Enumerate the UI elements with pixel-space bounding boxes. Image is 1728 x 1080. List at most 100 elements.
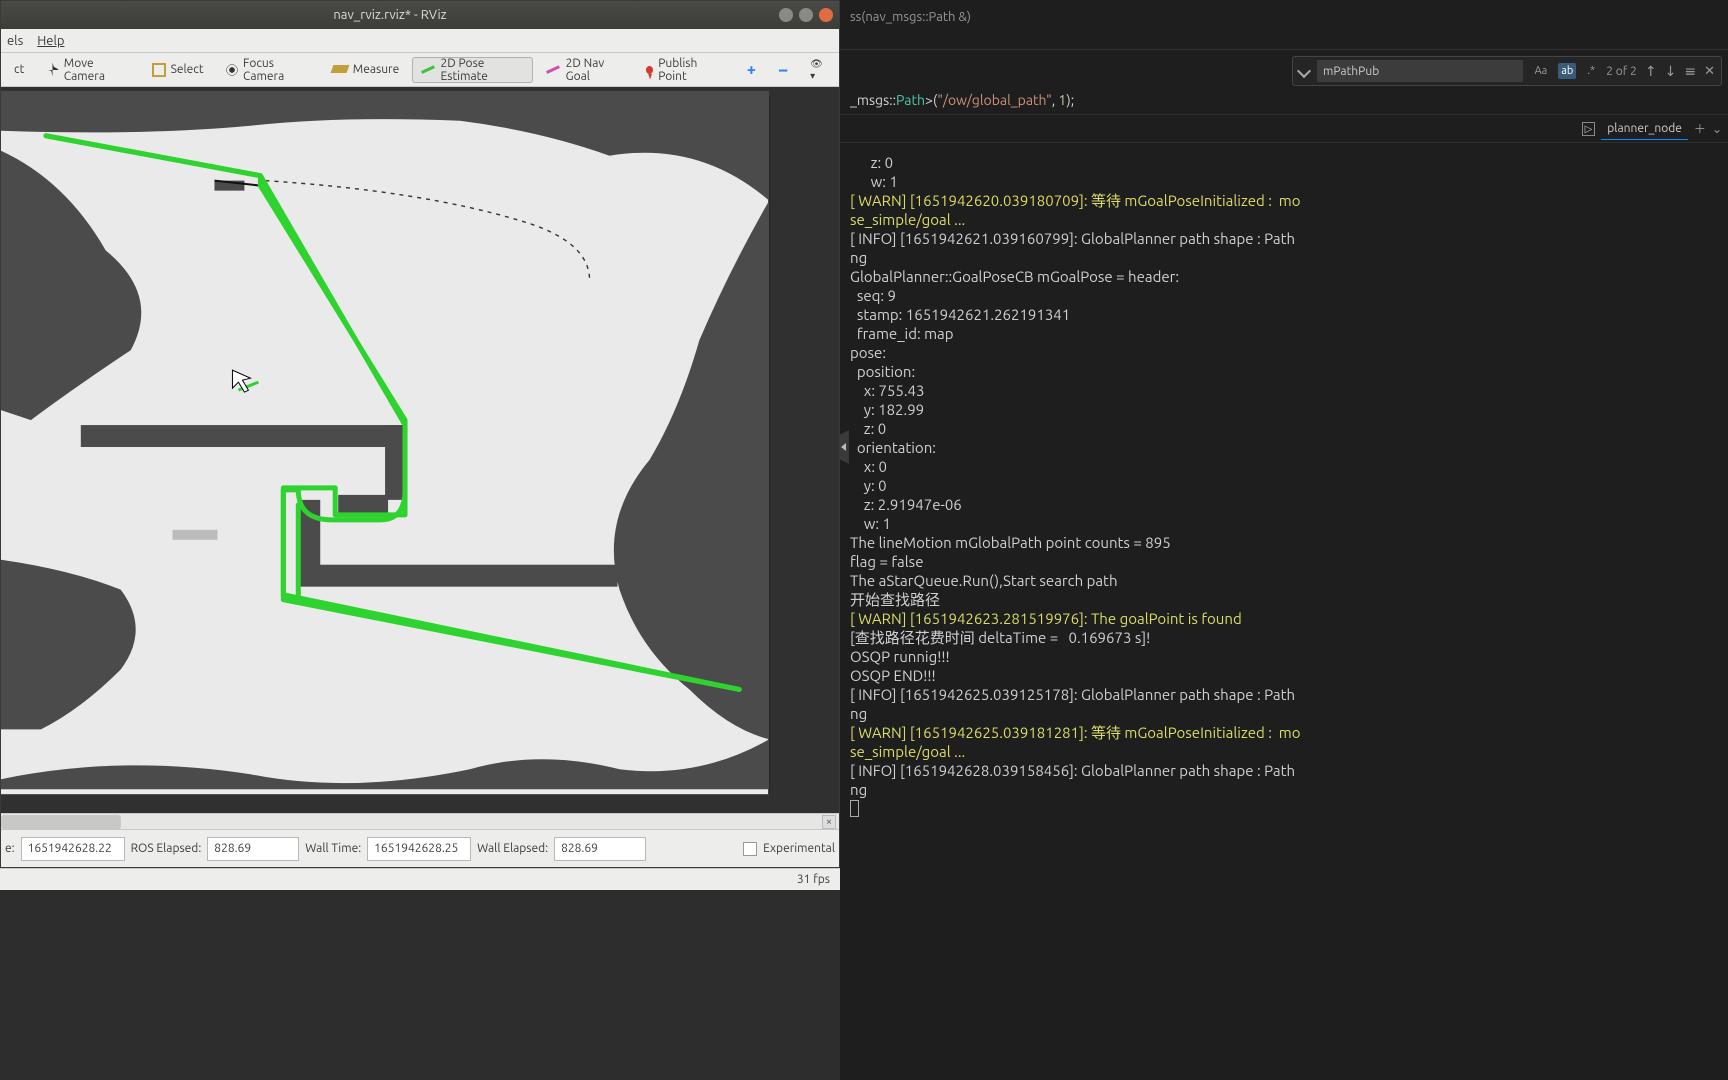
close-button[interactable] xyxy=(819,8,833,22)
log-line: [ WARN] [1651942620.039180709]: 等待 mGoal… xyxy=(850,191,1724,210)
find-prev-icon[interactable]: ↑ xyxy=(1645,63,1657,80)
tool-2d-pose-estimate[interactable]: 2D Pose Estimate xyxy=(412,57,533,83)
find-input[interactable] xyxy=(1317,60,1523,82)
horizontal-scrollbar[interactable]: × xyxy=(1,813,839,829)
log-line: [ WARN] [1651942625.039181281]: 等待 mGoal… xyxy=(850,723,1724,742)
desktop: nav_rviz.rviz* - RViz els Help ct Move C… xyxy=(0,0,1728,1080)
log-line: ng xyxy=(850,780,1724,799)
log-line: z: 0 xyxy=(850,153,1724,172)
map-viewport[interactable] xyxy=(1,87,839,813)
log-line: ng xyxy=(850,248,1724,267)
pose-estimate-icon xyxy=(421,65,435,74)
status-wall-elapsed-label: Wall Elapsed: xyxy=(477,842,548,855)
menu-els[interactable]: els xyxy=(7,34,23,48)
log-line: [ INFO] [1651942625.039125178]: GlobalPl… xyxy=(850,685,1724,704)
log-line: stamp: 1651942621.262191341 xyxy=(850,305,1724,324)
log-line: frame_id: map xyxy=(850,324,1724,343)
select-icon xyxy=(152,63,166,77)
editor-panel: ss(nav_msgs::Path &) Aa ab .* 2 of 2 ↑ ↓… xyxy=(840,0,1728,1080)
log-line: [ INFO] [1651942628.039158456]: GlobalPl… xyxy=(850,761,1724,780)
log-line: ng xyxy=(850,704,1724,723)
status-bar: e: ROS Elapsed: Wall Time: Wall Elapsed:… xyxy=(1,829,839,867)
menu-bar: els Help xyxy=(1,29,839,53)
panel-close-icon[interactable]: × xyxy=(822,815,836,829)
find-close-icon[interactable]: ✕ xyxy=(1704,64,1715,79)
find-match-case[interactable]: Aa xyxy=(1531,63,1550,79)
terminal-dropdown-icon[interactable]: ⌄ xyxy=(1712,122,1722,136)
tool-measure[interactable]: Measure xyxy=(323,57,408,83)
nav-goal-icon xyxy=(546,65,560,74)
tool-publish-point[interactable]: Publish Point xyxy=(637,57,730,83)
log-line: se_simple/goal ... xyxy=(850,742,1724,761)
log-line: The aStarQueue.Run(),Start search path xyxy=(850,571,1724,590)
eye-icon: 👁▾ xyxy=(810,58,826,82)
terminal-tab[interactable]: planner_node xyxy=(1601,118,1688,140)
tool-2d-nav-goal[interactable]: 2D Nav Goal xyxy=(537,57,633,83)
status-wall-elapsed-value[interactable] xyxy=(554,837,646,861)
window-title: nav_rviz.rviz* - RViz xyxy=(7,8,773,22)
tool-views[interactable]: 👁▾ xyxy=(801,57,835,83)
log-line: [ INFO] [1651942621.039160799]: GlobalPl… xyxy=(850,229,1724,248)
code-snippet[interactable]: _msgs::Path>("/ow/global_path", 1); xyxy=(840,86,1728,115)
status-e-value[interactable] xyxy=(21,837,125,861)
log-line: [查找路径花费时间 deltaTime = 0.169673 s]! xyxy=(850,628,1724,647)
log-line: se_simple/goal ... xyxy=(850,210,1724,229)
find-count: 2 of 2 xyxy=(1606,65,1637,78)
find-bar: Aa ab .* 2 of 2 ↑ ↓ ≡ ✕ xyxy=(1292,56,1722,86)
move-camera-icon xyxy=(46,63,58,77)
status-ros-elapsed-label: ROS Elapsed: xyxy=(131,842,202,855)
log-line: OSQP END!!! xyxy=(850,666,1724,685)
find-expand-icon[interactable] xyxy=(1297,64,1311,78)
terminal-run-icon[interactable]: ▷ xyxy=(1582,122,1596,136)
find-selection-icon[interactable]: ≡ xyxy=(1684,63,1696,80)
tool-ct[interactable]: ct xyxy=(5,57,33,83)
menu-help[interactable]: Help xyxy=(37,34,78,48)
terminal-output[interactable]: z: 0 w: 1[ WARN] [1651942620.039180709]:… xyxy=(840,143,1728,1080)
log-line: w: 1 xyxy=(850,172,1724,191)
log-line: OSQP runnig!!! xyxy=(850,647,1724,666)
experimental-label: Experimental xyxy=(763,842,835,855)
status-ros-elapsed-value[interactable] xyxy=(207,837,299,861)
terminal-add-icon[interactable]: ＋ xyxy=(1694,120,1706,137)
maximize-button[interactable] xyxy=(799,8,813,22)
terminal-cursor xyxy=(850,800,859,817)
status-wall-time-label: Wall Time: xyxy=(305,842,361,855)
tool-move-camera[interactable]: Move Camera xyxy=(37,57,138,83)
fps-value: 31 fps xyxy=(797,873,830,886)
minimize-button[interactable] xyxy=(779,8,793,22)
rviz-window: nav_rviz.rviz* - RViz els Help ct Move C… xyxy=(0,0,840,868)
tool-add[interactable]: + xyxy=(738,57,765,83)
editor-header: ss(nav_msgs::Path &) xyxy=(840,0,1728,50)
log-line: y: 0 xyxy=(850,476,1724,495)
log-line: z: 0 xyxy=(850,419,1724,438)
minus-icon: − xyxy=(778,66,788,74)
log-line: position: xyxy=(850,362,1724,381)
find-regex[interactable]: .* xyxy=(1584,63,1598,79)
tool-select[interactable]: Select xyxy=(143,57,213,83)
tool-remove[interactable]: − xyxy=(769,57,797,83)
scrollbar-thumb[interactable] xyxy=(1,815,121,829)
find-whole-word[interactable]: ab xyxy=(1558,63,1576,79)
log-line: seq: 9 xyxy=(850,286,1724,305)
status-e-label: e: xyxy=(5,842,15,855)
panel-collapse-toggle[interactable] xyxy=(839,430,849,464)
publish-point-icon xyxy=(646,66,653,74)
experimental-checkbox[interactable] xyxy=(743,842,757,856)
plus-icon: + xyxy=(747,64,756,76)
breadcrumb[interactable]: ss(nav_msgs::Path &) xyxy=(840,0,1728,28)
window-titlebar[interactable]: nav_rviz.rviz* - RViz xyxy=(1,1,839,29)
log-line: The lineMotion mGlobalPath point counts … xyxy=(850,533,1724,552)
map-canvas xyxy=(1,87,839,813)
tool-focus-camera[interactable]: Focus Camera xyxy=(217,57,319,83)
status-wall-time-value[interactable] xyxy=(367,837,471,861)
find-next-icon[interactable]: ↓ xyxy=(1665,63,1677,80)
log-line: GlobalPlanner::GoalPoseCB mGoalPose = he… xyxy=(850,267,1724,286)
measure-icon xyxy=(330,65,349,73)
log-line: x: 755.43 xyxy=(850,381,1724,400)
focus-camera-icon xyxy=(226,63,238,77)
log-line: orientation: xyxy=(850,438,1724,457)
log-line: flag = false xyxy=(850,552,1724,571)
tool-bar: ct Move Camera Select Focus Camera Measu… xyxy=(1,53,839,87)
chevron-left-icon xyxy=(841,443,846,451)
log-line: y: 182.99 xyxy=(850,400,1724,419)
